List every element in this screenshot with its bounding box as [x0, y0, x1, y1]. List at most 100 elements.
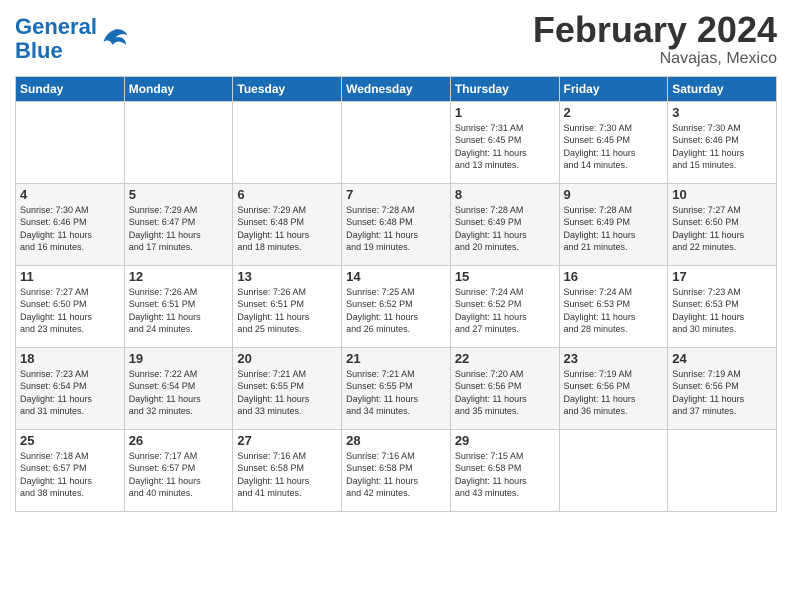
calendar-title: February 2024 — [533, 10, 777, 50]
day-info: Sunrise: 7:26 AM Sunset: 6:51 PM Dayligh… — [129, 286, 229, 336]
day-info: Sunrise: 7:29 AM Sunset: 6:47 PM Dayligh… — [129, 204, 229, 254]
day-info: Sunrise: 7:28 AM Sunset: 6:48 PM Dayligh… — [346, 204, 446, 254]
calendar-cell: 11 Sunrise: 7:27 AM Sunset: 6:50 PM Dayli… — [16, 265, 125, 347]
day-info: Sunrise: 7:19 AM Sunset: 6:56 PM Dayligh… — [564, 368, 664, 418]
logo-blue: Blue — [15, 38, 63, 63]
calendar-cell: 17 Sunrise: 7:23 AM Sunset: 6:53 PM Dayli… — [668, 265, 777, 347]
col-wednesday: Wednesday — [342, 76, 451, 101]
day-info: Sunrise: 7:26 AM Sunset: 6:51 PM Dayligh… — [237, 286, 337, 336]
day-info: Sunrise: 7:18 AM Sunset: 6:57 PM Dayligh… — [20, 450, 120, 500]
calendar-cell: 2Sunrise: 7:30 AM Sunset: 6:45 PM Daylig… — [559, 101, 668, 183]
day-info: Sunrise: 7:16 AM Sunset: 6:58 PM Dayligh… — [237, 450, 337, 500]
col-monday: Monday — [124, 76, 233, 101]
calendar-cell: 13 Sunrise: 7:26 AM Sunset: 6:51 PM Dayli… — [233, 265, 342, 347]
day-number: 13 — [237, 269, 337, 284]
calendar-cell: 16Sunrise: 7:24 AM Sunset: 6:53 PM Dayli… — [559, 265, 668, 347]
logo-bird-icon — [99, 24, 129, 54]
calendar-cell: 12 Sunrise: 7:26 AM Sunset: 6:51 PM Dayli… — [124, 265, 233, 347]
calendar-cell: 19 Sunrise: 7:22 AM Sunset: 6:54 PM Dayli… — [124, 347, 233, 429]
calendar-week-1: 4 Sunrise: 7:30 AM Sunset: 6:46 PM Daylig… — [16, 183, 777, 265]
col-sunday: Sunday — [16, 76, 125, 101]
day-info: Sunrise: 7:21 AM Sunset: 6:55 PM Dayligh… — [237, 368, 337, 418]
logo-text: General Blue — [15, 15, 97, 63]
calendar-cell — [124, 101, 233, 183]
calendar-cell: 9Sunrise: 7:28 AM Sunset: 6:49 PM Daylig… — [559, 183, 668, 265]
day-number: 1 — [455, 105, 555, 120]
calendar-cell: 28Sunrise: 7:16 AM Sunset: 6:58 PM Dayli… — [342, 429, 451, 511]
logo-general: General — [15, 14, 97, 39]
calendar-cell: 6 Sunrise: 7:29 AM Sunset: 6:48 PM Daylig… — [233, 183, 342, 265]
day-number: 14 — [346, 269, 446, 284]
day-number: 22 — [455, 351, 555, 366]
calendar-cell: 3 Sunrise: 7:30 AM Sunset: 6:46 PM Daylig… — [668, 101, 777, 183]
calendar-cell — [559, 429, 668, 511]
day-number: 10 — [672, 187, 772, 202]
calendar-cell: 5Sunrise: 7:29 AM Sunset: 6:47 PM Daylig… — [124, 183, 233, 265]
day-info: Sunrise: 7:27 AM Sunset: 6:50 PM Dayligh… — [20, 286, 120, 336]
day-number: 6 — [237, 187, 337, 202]
calendar-cell: 26Sunrise: 7:17 AM Sunset: 6:57 PM Dayli… — [124, 429, 233, 511]
calendar-header-row: Sunday Monday Tuesday Wednesday Thursday… — [16, 76, 777, 101]
day-info: Sunrise: 7:30 AM Sunset: 6:45 PM Dayligh… — [564, 122, 664, 172]
day-number: 19 — [129, 351, 229, 366]
calendar-table: Sunday Monday Tuesday Wednesday Thursday… — [15, 76, 777, 512]
col-thursday: Thursday — [450, 76, 559, 101]
day-number: 18 — [20, 351, 120, 366]
day-info: Sunrise: 7:16 AM Sunset: 6:58 PM Dayligh… — [346, 450, 446, 500]
calendar-cell: 25Sunrise: 7:18 AM Sunset: 6:57 PM Dayli… — [16, 429, 125, 511]
calendar-cell: 18 Sunrise: 7:23 AM Sunset: 6:54 PM Dayli… — [16, 347, 125, 429]
calendar-cell: 8Sunrise: 7:28 AM Sunset: 6:49 PM Daylig… — [450, 183, 559, 265]
day-number: 11 — [20, 269, 120, 284]
calendar-cell: 14Sunrise: 7:25 AM Sunset: 6:52 PM Dayli… — [342, 265, 451, 347]
day-number: 7 — [346, 187, 446, 202]
day-number: 20 — [237, 351, 337, 366]
day-number: 3 — [672, 105, 772, 120]
day-info: Sunrise: 7:28 AM Sunset: 6:49 PM Dayligh… — [564, 204, 664, 254]
day-info: Sunrise: 7:28 AM Sunset: 6:49 PM Dayligh… — [455, 204, 555, 254]
day-number: 4 — [20, 187, 120, 202]
day-number: 16 — [564, 269, 664, 284]
calendar-cell: 20 Sunrise: 7:21 AM Sunset: 6:55 PM Dayli… — [233, 347, 342, 429]
day-info: Sunrise: 7:29 AM Sunset: 6:48 PM Dayligh… — [237, 204, 337, 254]
day-info: Sunrise: 7:15 AM Sunset: 6:58 PM Dayligh… — [455, 450, 555, 500]
header: General Blue February 2024 Navajas, Mexi… — [15, 10, 777, 68]
calendar-cell: 1 Sunrise: 7:31 AM Sunset: 6:45 PM Daylig… — [450, 101, 559, 183]
day-number: 17 — [672, 269, 772, 284]
day-info: Sunrise: 7:23 AM Sunset: 6:53 PM Dayligh… — [672, 286, 772, 336]
calendar-week-3: 18 Sunrise: 7:23 AM Sunset: 6:54 PM Dayli… — [16, 347, 777, 429]
day-number: 29 — [455, 433, 555, 448]
day-number: 24 — [672, 351, 772, 366]
title-block: February 2024 Navajas, Mexico — [533, 10, 777, 68]
day-number: 15 — [455, 269, 555, 284]
day-number: 27 — [237, 433, 337, 448]
day-info: Sunrise: 7:30 AM Sunset: 6:46 PM Dayligh… — [20, 204, 120, 254]
day-info: Sunrise: 7:30 AM Sunset: 6:46 PM Dayligh… — [672, 122, 772, 172]
day-info: Sunrise: 7:24 AM Sunset: 6:52 PM Dayligh… — [455, 286, 555, 336]
calendar-cell: 27 Sunrise: 7:16 AM Sunset: 6:58 PM Dayli… — [233, 429, 342, 511]
calendar-cell: 7 Sunrise: 7:28 AM Sunset: 6:48 PM Daylig… — [342, 183, 451, 265]
day-info: Sunrise: 7:17 AM Sunset: 6:57 PM Dayligh… — [129, 450, 229, 500]
calendar-cell: 23Sunrise: 7:19 AM Sunset: 6:56 PM Dayli… — [559, 347, 668, 429]
calendar-cell — [668, 429, 777, 511]
calendar-week-2: 11 Sunrise: 7:27 AM Sunset: 6:50 PM Dayli… — [16, 265, 777, 347]
page: General Blue February 2024 Navajas, Mexi… — [0, 0, 792, 612]
day-info: Sunrise: 7:23 AM Sunset: 6:54 PM Dayligh… — [20, 368, 120, 418]
day-info: Sunrise: 7:27 AM Sunset: 6:50 PM Dayligh… — [672, 204, 772, 254]
calendar-cell — [233, 101, 342, 183]
day-info: Sunrise: 7:31 AM Sunset: 6:45 PM Dayligh… — [455, 122, 555, 172]
day-number: 12 — [129, 269, 229, 284]
day-info: Sunrise: 7:20 AM Sunset: 6:56 PM Dayligh… — [455, 368, 555, 418]
day-number: 21 — [346, 351, 446, 366]
calendar-cell — [342, 101, 451, 183]
col-tuesday: Tuesday — [233, 76, 342, 101]
calendar-week-0: 1 Sunrise: 7:31 AM Sunset: 6:45 PM Daylig… — [16, 101, 777, 183]
logo: General Blue — [15, 15, 129, 63]
calendar-subtitle: Navajas, Mexico — [533, 50, 777, 68]
day-info: Sunrise: 7:19 AM Sunset: 6:56 PM Dayligh… — [672, 368, 772, 418]
calendar-week-4: 25Sunrise: 7:18 AM Sunset: 6:57 PM Dayli… — [16, 429, 777, 511]
calendar-cell: 24 Sunrise: 7:19 AM Sunset: 6:56 PM Dayli… — [668, 347, 777, 429]
calendar-cell: 10 Sunrise: 7:27 AM Sunset: 6:50 PM Dayli… — [668, 183, 777, 265]
day-info: Sunrise: 7:22 AM Sunset: 6:54 PM Dayligh… — [129, 368, 229, 418]
col-saturday: Saturday — [668, 76, 777, 101]
calendar-cell: 22 Sunrise: 7:20 AM Sunset: 6:56 PM Dayli… — [450, 347, 559, 429]
